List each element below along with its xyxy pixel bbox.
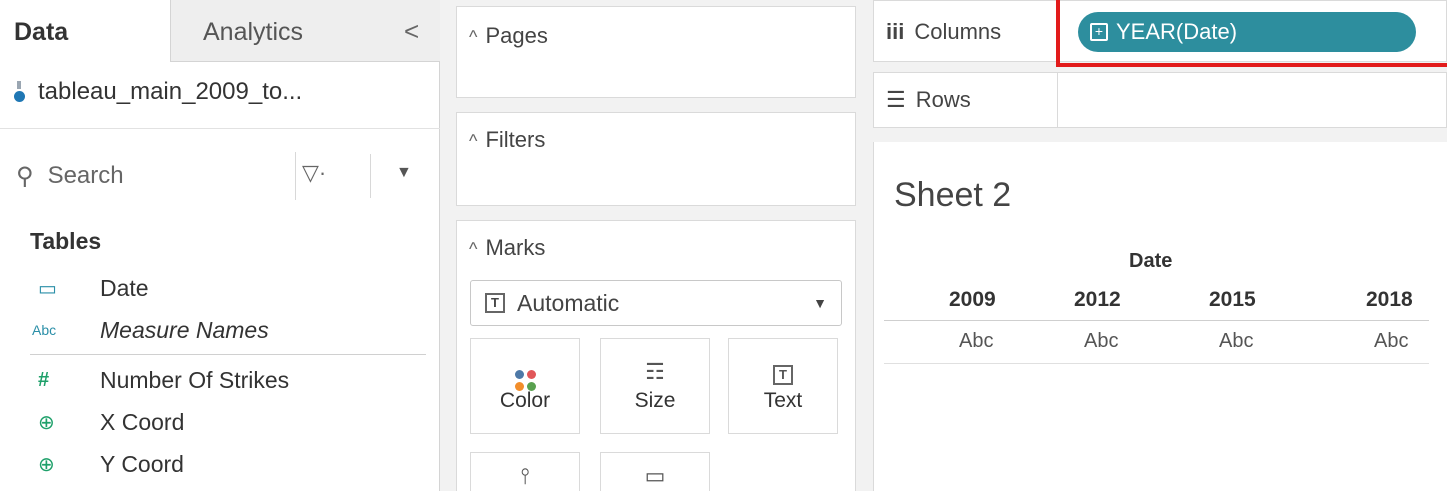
abc-icon: Abc <box>32 322 57 338</box>
pages-card[interactable]: ^ Pages <box>456 6 856 98</box>
color-button[interactable]: Color <box>470 338 580 434</box>
worksheet: Sheet 2 Date 2009 2012 2015 2018 Abc Abc… <box>873 142 1447 491</box>
divider <box>884 363 1429 364</box>
field-y-coord[interactable]: ⊕ Y Coord <box>0 444 440 484</box>
filter-icon[interactable]: ▽· <box>302 160 326 186</box>
divider <box>884 320 1429 321</box>
shelves-pane: ^ Pages ^ Filters ^ Marks T Automatic ▼ Col… <box>440 0 868 491</box>
year-header[interactable]: 2009 <box>949 288 996 312</box>
year-header[interactable]: 2015 <box>1209 288 1256 312</box>
search-icon: ⚲ <box>16 162 34 190</box>
data-pane: Data Analytics < tableau_main_2009_to...… <box>0 0 440 491</box>
color-dots-icon <box>471 339 579 391</box>
table-cell[interactable]: Abc <box>1374 330 1408 353</box>
text-icon-wrap: T <box>729 339 837 389</box>
search-input[interactable]: ⚲ Search <box>6 152 296 200</box>
measure-icon: # <box>38 368 50 391</box>
columns-shelf-label: iii Columns <box>873 0 1058 62</box>
chevron-up-icon: ^ <box>469 131 478 151</box>
columns-label: Columns <box>914 19 1002 44</box>
field-label: Date <box>100 274 149 301</box>
divider <box>0 128 440 129</box>
filters-label: Filters <box>485 127 546 152</box>
pages-label: Pages <box>485 23 548 48</box>
color-label: Color <box>499 389 551 412</box>
filters-title[interactable]: ^ Filters <box>469 127 545 153</box>
rows-icon: ☰ <box>886 87 906 112</box>
text-icon: T <box>773 365 793 385</box>
table-cell[interactable]: Abc <box>1219 330 1253 353</box>
sheet-title[interactable]: Sheet 2 <box>894 176 1011 215</box>
tab-data[interactable]: Data <box>0 0 170 62</box>
detail-icon: ⫯ <box>520 463 530 488</box>
detail-button[interactable]: ⫯ <box>470 452 580 491</box>
data-source-name: tableau_main_2009_to... <box>38 78 303 105</box>
mark-type-value: Automatic <box>517 289 620 316</box>
highlight-box <box>1056 0 1447 67</box>
data-source[interactable]: tableau_main_2009_to... <box>12 78 302 106</box>
field-label: Number Of Strikes <box>100 366 290 393</box>
divider <box>370 154 371 198</box>
calendar-icon: ▭ <box>38 277 57 300</box>
field-number-of-strikes[interactable]: # Number Of Strikes <box>0 360 440 400</box>
mark-type-dropdown[interactable]: T Automatic ▼ <box>470 280 842 326</box>
marks-title[interactable]: ^ Marks <box>469 235 545 261</box>
rows-label: Rows <box>915 87 971 112</box>
size-icon: ☶ <box>645 359 665 384</box>
columns-icon: iii <box>886 19 905 44</box>
tab-analytics[interactable]: Analytics <box>170 0 440 62</box>
database-icon <box>12 79 28 105</box>
table-cell[interactable]: Abc <box>1084 330 1118 353</box>
field-label: Y Coord <box>100 450 184 477</box>
rows-shelf-label: ☰ Rows <box>873 72 1058 128</box>
field-measure-names[interactable]: Abc Measure Names <box>0 310 440 350</box>
pages-title[interactable]: ^ Pages <box>469 23 548 49</box>
year-header[interactable]: 2018 <box>1366 288 1413 312</box>
field-label: Measure Names <box>100 316 269 343</box>
field-x-coord[interactable]: ⊕ X Coord <box>0 402 440 442</box>
field-label: X Coord <box>100 408 185 435</box>
dot <box>526 370 536 379</box>
text-label: Text <box>763 389 803 412</box>
year-header[interactable]: 2012 <box>1074 288 1121 312</box>
field-date[interactable]: ▭ Date <box>0 268 440 308</box>
filters-card[interactable]: ^ Filters <box>456 112 856 206</box>
column-header-date[interactable]: Date <box>1129 250 1172 273</box>
divider <box>30 354 426 355</box>
size-button[interactable]: ☶ Size <box>600 338 710 434</box>
size-label: Size <box>634 389 676 412</box>
chevron-down-icon: ▼ <box>813 295 827 311</box>
marks-label: Marks <box>485 235 546 260</box>
tooltip-icon: ▭ <box>644 463 666 488</box>
chevron-up-icon: ^ <box>469 27 478 47</box>
text-button[interactable]: T Text <box>728 338 838 434</box>
text-mark-icon: T <box>485 293 505 313</box>
collapse-pane-icon[interactable]: < <box>404 16 419 47</box>
tooltip-button[interactable]: ▭ <box>600 452 710 491</box>
canvas-pane: iii Columns + YEAR(Date) ☰ Rows Sheet 2 … <box>868 0 1447 491</box>
tables-heading: Tables <box>30 228 102 254</box>
dot <box>514 370 524 379</box>
search-placeholder: Search <box>47 162 124 189</box>
table-cell[interactable]: Abc <box>959 330 993 353</box>
chevron-up-icon: ^ <box>469 239 478 259</box>
globe-icon: ⊕ <box>38 411 55 434</box>
globe-icon: ⊕ <box>38 453 55 476</box>
rows-shelf[interactable] <box>1058 72 1447 128</box>
chevron-down-icon[interactable]: ▼ <box>396 164 412 182</box>
